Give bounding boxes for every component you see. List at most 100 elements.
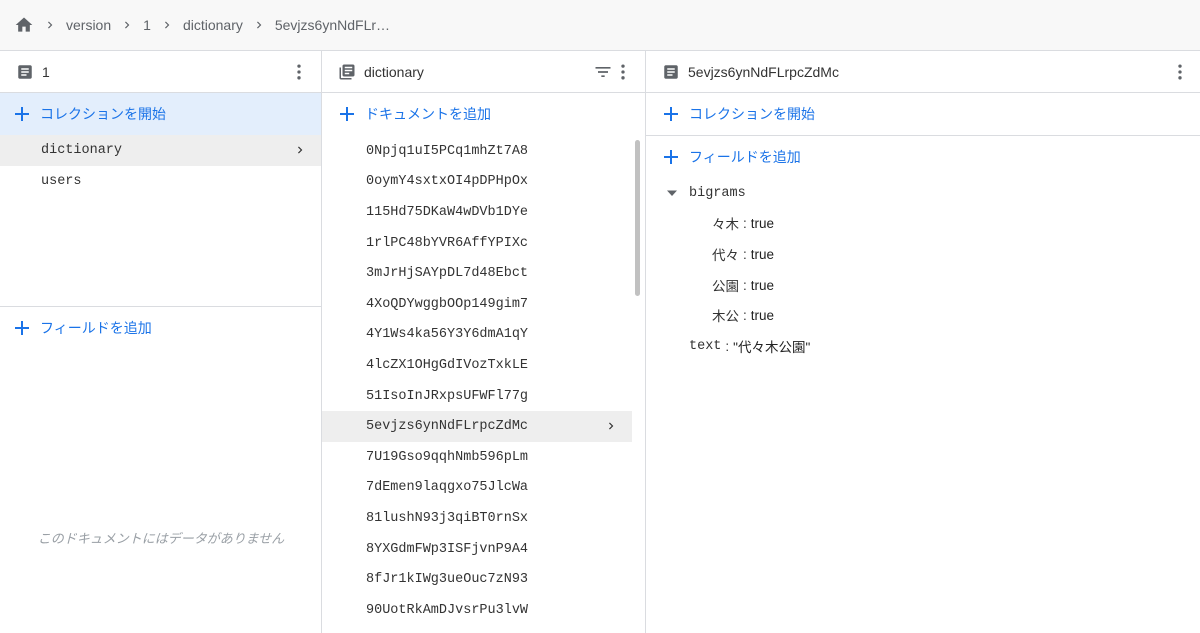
plus-icon [14,320,30,336]
collapse-triangle-icon[interactable] [665,186,679,200]
field-value: true [750,277,775,293]
document-item[interactable]: 4XoQDYwggbOOp149gim7 [322,289,632,320]
document-panel-root: 1 コレクションを開始 dictionary users フィールドを追加 この… [0,51,322,633]
collection-item-dictionary[interactable]: dictionary [0,135,321,166]
start-collection-button[interactable]: コレクションを開始 [646,93,1200,135]
plus-icon [663,149,679,165]
field-value: "代々木公園" [733,340,811,356]
plus-icon [14,106,30,122]
panel-title: 5evjzs6ynNdFLrpcZdMc [688,63,839,80]
collection-item-label: users [41,174,82,189]
map-entry[interactable]: 代々: true [646,239,1200,270]
field-separator: : [725,338,730,354]
document-item[interactable]: 51IsoInJRxpsUFWFl77g [322,381,632,412]
document-icon [662,63,680,81]
filter-icon[interactable] [593,62,613,82]
empty-document-message: このドキュメントにはデータがありません [37,531,285,546]
chevron-right-icon [117,15,137,35]
start-collection-button[interactable]: コレクションを開始 [0,93,321,135]
document-item-label: 4XoQDYwggbOOp149gim7 [366,296,529,312]
field-bigrams[interactable]: bigrams [646,178,1200,209]
collection-item-users[interactable]: users [0,166,321,197]
collection-icon [338,63,356,81]
field-key: 代々 [712,249,739,265]
field-key: text [689,338,722,354]
field-value: true [750,308,775,324]
document-item[interactable]: 90UotRkAmDJvsrPu3lvW [322,595,632,626]
panel-header: 1 [0,51,321,93]
document-item[interactable]: 7U19Gso9qqhNmb596pLm [322,442,632,473]
document-item-label: 4Y1Ws4ka56Y3Y6dmA1qY [366,327,529,343]
chevron-right-icon [604,419,618,433]
document-item[interactable]: 115Hd75DKaW4wDVb1DYe [322,197,632,228]
breadcrumb: version 1 dictionary 5evjzs6ynNdFLr… [0,0,1200,51]
document-item[interactable]: 4Y1Ws4ka56Y3Y6dmA1qY [322,320,632,351]
map-entry[interactable]: 公園: true [646,270,1200,301]
document-item-label: 1rlPC48bYVR6AffYPIXc [366,235,529,251]
document-item-label: 8YXGdmFWp3ISFjvnP9A4 [366,541,529,557]
more-vert-icon[interactable] [289,62,309,82]
document-item[interactable]: 5evjzs6ynNdFLrpcZdMc [322,411,632,442]
document-item-label: 8fJr1kIWg3ueOuc7zN93 [366,572,529,588]
breadcrumb-item-1[interactable]: 1 [143,17,151,33]
document-item[interactable]: 8YXGdmFWp3ISFjvnP9A4 [322,534,632,565]
document-item[interactable]: 81lushN93j3qiBT0rnSx [322,503,632,534]
document-item[interactable]: 0Npjq1uI5PCq1mhZt7A8 [322,136,632,167]
more-vert-icon[interactable] [613,62,633,82]
document-item[interactable]: 0oymY4sxtxOI4pDPHpOx [322,167,632,198]
breadcrumb-item-document[interactable]: 5evjzs6ynNdFLr… [275,17,390,33]
document-item[interactable]: 3mJrHjSAYpDL7d48Ebct [322,258,632,289]
map-entry[interactable]: 々木: true [646,209,1200,240]
field-key: bigrams [689,185,746,201]
add-field-button[interactable]: フィールドを追加 [646,136,1200,178]
breadcrumb-item-dictionary[interactable]: dictionary [183,17,243,33]
document-item[interactable]: 7dEmen9laqgxo75JlcWa [322,473,632,504]
document-item[interactable]: 1rlPC48bYVR6AffYPIXc [322,228,632,259]
collection-item-label: dictionary [41,143,123,158]
document-item-label: 0Npjq1uI5PCq1mhZt7A8 [366,143,529,159]
collection-panel: dictionary ドキュメントを追加 0Npjq1uI5PCq1mhZt7A… [322,51,646,633]
document-item-label: 90UotRkAmDJvsrPu3lvW [366,602,529,618]
panel-title: dictionary [364,63,424,80]
panel-header: 5evjzs6ynNdFLrpcZdMc [646,51,1200,93]
document-list: 0Npjq1uI5PCq1mhZt7A8 0oymY4sxtxOI4pDPHpOx… [322,136,632,626]
plus-icon [663,106,679,122]
document-item-label: 3mJrHjSAYpDL7d48Ebct [366,266,529,282]
document-icon [16,63,34,81]
field-key: 木公 [712,311,739,327]
field-separator: : [743,246,747,262]
panel-title: 1 [42,63,50,80]
field-value: true [750,216,775,232]
document-item-label: 81lushN93j3qiBT0rnSx [366,510,529,526]
field-value: true [750,246,775,262]
breadcrumb-item-version[interactable]: version [66,17,111,33]
document-item[interactable]: 8fJr1kIWg3ueOuc7zN93 [322,564,632,595]
field-separator: : [743,277,747,293]
more-vert-icon[interactable] [1170,62,1190,82]
add-field-button[interactable]: フィールドを追加 [0,307,321,349]
document-item-label: 0oymY4sxtxOI4pDPHpOx [366,174,529,190]
chevron-right-icon [249,15,269,35]
field-text[interactable]: text: "代々木公園" [646,331,1200,362]
map-entry[interactable]: 木公: true [646,300,1200,331]
start-collection-label: コレクションを開始 [40,106,166,122]
field-separator: : [743,308,747,324]
scrollbar-thumb[interactable] [635,140,640,296]
panel-header: dictionary [322,51,645,93]
home-icon[interactable] [14,15,34,35]
chevron-right-icon [40,15,60,35]
add-document-button[interactable]: ドキュメントを追加 [322,93,645,135]
document-item-label: 7dEmen9laqgxo75JlcWa [366,480,529,496]
field-key: 公園 [712,280,739,296]
document-item-label: 7U19Gso9qqhNmb596pLm [366,449,529,465]
fields-section: フィールドを追加 [0,307,321,349]
add-field-label: フィールドを追加 [689,149,801,165]
document-panel-selected: 5evjzs6ynNdFLrpcZdMc コレクションを開始 フィールドを追加 … [646,51,1200,633]
field-key: 々木 [712,219,739,235]
document-item-label: 4lcZX1OHgGdIVozTxkLE [366,357,529,373]
start-collection-label: コレクションを開始 [689,106,815,122]
document-item-label: 5evjzs6ynNdFLrpcZdMc [366,419,529,435]
document-item[interactable]: 4lcZX1OHgGdIVozTxkLE [322,350,632,381]
document-item-label: 51IsoInJRxpsUFWFl77g [366,388,529,404]
field-separator: : [743,216,747,232]
